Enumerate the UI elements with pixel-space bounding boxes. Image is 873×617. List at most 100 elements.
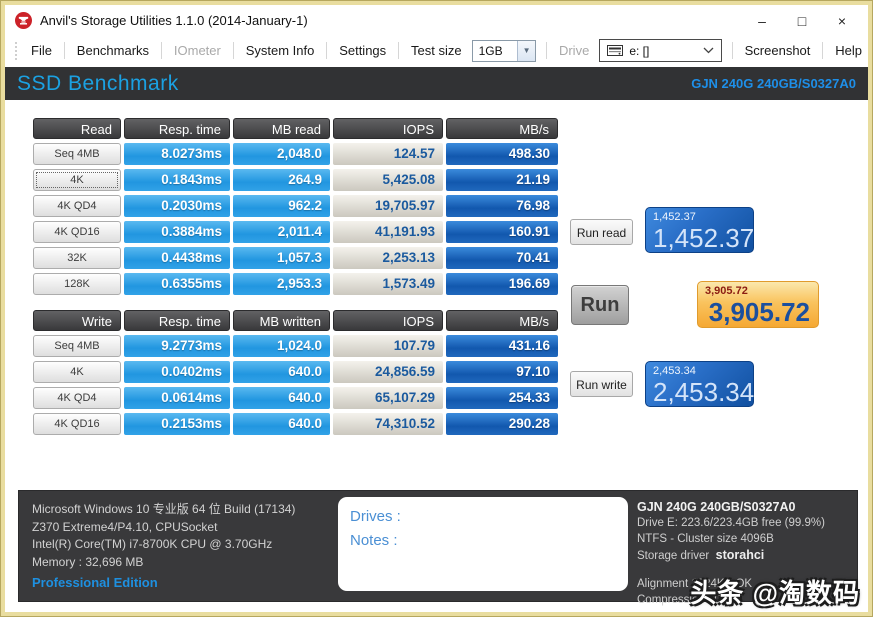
drive-value: e: []: [629, 43, 650, 58]
storage-driver-label: Storage driver: [637, 550, 710, 562]
cell-resp-time: 0.1843ms: [124, 169, 230, 191]
cell-mbs: 254.33: [446, 387, 558, 409]
chevron-down-icon: [703, 47, 714, 54]
menu-benchmarks[interactable]: Benchmarks: [71, 40, 155, 61]
total-score-box: 3,905.72 3,905.72: [697, 281, 819, 328]
cell-mbs: 21.19: [446, 169, 558, 191]
cell-mb-read: 2,953.3: [233, 273, 330, 295]
toolbar-grip: [15, 41, 17, 60]
edition-label: Professional Edition: [32, 575, 158, 590]
cell-mbs: 70.41: [446, 247, 558, 269]
read-4kqd4-button[interactable]: 4K QD4: [33, 195, 121, 217]
cell-mb-read: 2,011.4: [233, 221, 330, 243]
run-button[interactable]: Run: [571, 285, 629, 325]
mb-written-col-header: MB written: [233, 310, 330, 331]
watermark-text: 头条 @淘数码: [690, 578, 860, 608]
mb-read-col-header: MB read: [233, 118, 330, 139]
menu-separator: [398, 42, 400, 59]
cell-resp-time: 0.2153ms: [124, 413, 230, 435]
drives-label: Drives :: [350, 508, 401, 525]
cell-mb-written: 640.0: [233, 387, 330, 409]
menu-bar: File Benchmarks IOmeter System Info Sett…: [5, 36, 868, 65]
storage-driver-line: Storage driver storahci: [637, 547, 825, 564]
app-window: Anvil's Storage Utilities 1.1.0 (2014-Ja…: [0, 0, 873, 617]
cell-resp-time: 0.6355ms: [124, 273, 230, 295]
menu-separator: [546, 42, 547, 59]
run-read-button[interactable]: Run read: [570, 219, 633, 245]
cell-iops: 5,425.08: [333, 169, 443, 191]
total-score-value: 3,905.72: [708, 297, 810, 327]
write-4kqd16-button[interactable]: 4K QD16: [33, 413, 121, 435]
write-table: Write Resp. time MB written IOPS MB/s Se…: [33, 310, 558, 435]
cell-mbs: 76.98: [446, 195, 558, 217]
cell-iops: 24,856.59: [333, 361, 443, 383]
read-col-header: Read: [33, 118, 121, 139]
drive-model: GJN 240G 240GB/S0327A0: [637, 500, 796, 514]
drives-notes-box[interactable]: Drives : Notes :: [338, 497, 628, 591]
read-table: Read Resp. time MB read IOPS MB/s Seq 4M…: [33, 118, 558, 295]
benchmark-header-band: SSD Benchmark GJN 240G 240GB/S0327A0: [5, 67, 868, 100]
read-score-value: 1,452.37: [653, 223, 755, 253]
cell-iops: 74,310.52: [333, 413, 443, 435]
cell-iops: 124.57: [333, 143, 443, 165]
drive-select[interactable]: e: []: [599, 39, 722, 62]
menu-separator: [822, 42, 824, 59]
write-score-value: 2,453.34: [653, 377, 755, 407]
cpu-info: Intel(R) Core(TM) i7-8700K CPU @ 3.70GHz: [32, 537, 273, 551]
minimize-button[interactable]: –: [742, 8, 782, 34]
menu-screenshot[interactable]: Screenshot: [739, 40, 817, 61]
cell-resp-time: 0.4438ms: [124, 247, 230, 269]
write-4k-button[interactable]: 4K: [33, 361, 121, 383]
device-name: GJN 240G 240GB/S0327A0: [691, 76, 856, 91]
test-size-label: Test size: [411, 43, 462, 58]
cell-mb-written: 640.0: [233, 361, 330, 383]
cell-iops: 1,573.49: [333, 273, 443, 295]
cell-iops: 41,191.93: [333, 221, 443, 243]
page-title: SSD Benchmark: [17, 71, 179, 95]
drive-filesystem: NTFS - Cluster size 4096B: [637, 533, 774, 545]
cell-iops: 19,705.97: [333, 195, 443, 217]
cell-mbs: 196.69: [446, 273, 558, 295]
mbs-col-header: MB/s: [446, 310, 558, 331]
iops-col-header: IOPS: [333, 310, 443, 331]
maximize-button[interactable]: □: [782, 8, 822, 34]
menu-iometer: IOmeter: [173, 43, 221, 58]
cell-iops: 107.79: [333, 335, 443, 357]
title-bar: Anvil's Storage Utilities 1.1.0 (2014-Ja…: [5, 5, 868, 36]
menu-system-info[interactable]: System Info: [240, 40, 321, 61]
write-4kqd4-button[interactable]: 4K QD4: [33, 387, 121, 409]
storage-driver-value: storahci: [715, 548, 765, 562]
notes-label: Notes :: [350, 532, 398, 549]
window-title: Anvil's Storage Utilities 1.1.0 (2014-Ja…: [40, 13, 308, 28]
test-size-select[interactable]: 1GB ▼: [471, 39, 537, 62]
read-4kqd16-button[interactable]: 4K QD16: [33, 221, 121, 243]
read-seq4mb-button[interactable]: Seq 4MB: [33, 143, 121, 165]
menu-help[interactable]: Help: [829, 40, 868, 61]
iops-col-header: IOPS: [333, 118, 443, 139]
write-seq4mb-button[interactable]: Seq 4MB: [33, 335, 121, 357]
menu-settings[interactable]: Settings: [333, 40, 392, 61]
menu-separator: [326, 42, 328, 59]
menu-separator: [731, 42, 733, 59]
dropdown-arrow-icon[interactable]: ▼: [517, 40, 536, 61]
write-score-box: 2,453.34 2,453.34: [645, 361, 754, 407]
drive-icon: [607, 45, 624, 56]
menu-file[interactable]: File: [25, 40, 58, 61]
test-size-value: 1GB: [478, 43, 503, 58]
drive-capacity: Drive E: 223.6/223.4GB free (99.9%): [637, 517, 825, 529]
cell-resp-time: 8.0273ms: [124, 143, 230, 165]
run-write-button[interactable]: Run write: [570, 371, 633, 397]
menu-separator: [161, 42, 162, 59]
read-4k-button[interactable]: 4K: [33, 169, 121, 191]
cell-resp-time: 0.0402ms: [124, 361, 230, 383]
read-32k-button[interactable]: 32K: [33, 247, 121, 269]
menu-separator: [63, 42, 65, 59]
cell-resp-time: 0.2030ms: [124, 195, 230, 217]
cell-mb-read: 2,048.0: [233, 143, 330, 165]
drive-label: Drive: [558, 43, 590, 58]
read-128k-button[interactable]: 128K: [33, 273, 121, 295]
motherboard-info: Z370 Extreme4/P4.10, CPUSocket: [32, 519, 218, 534]
cell-iops: 2,253.13: [333, 247, 443, 269]
cell-resp-time: 0.3884ms: [124, 221, 230, 243]
close-button[interactable]: ×: [822, 8, 862, 34]
